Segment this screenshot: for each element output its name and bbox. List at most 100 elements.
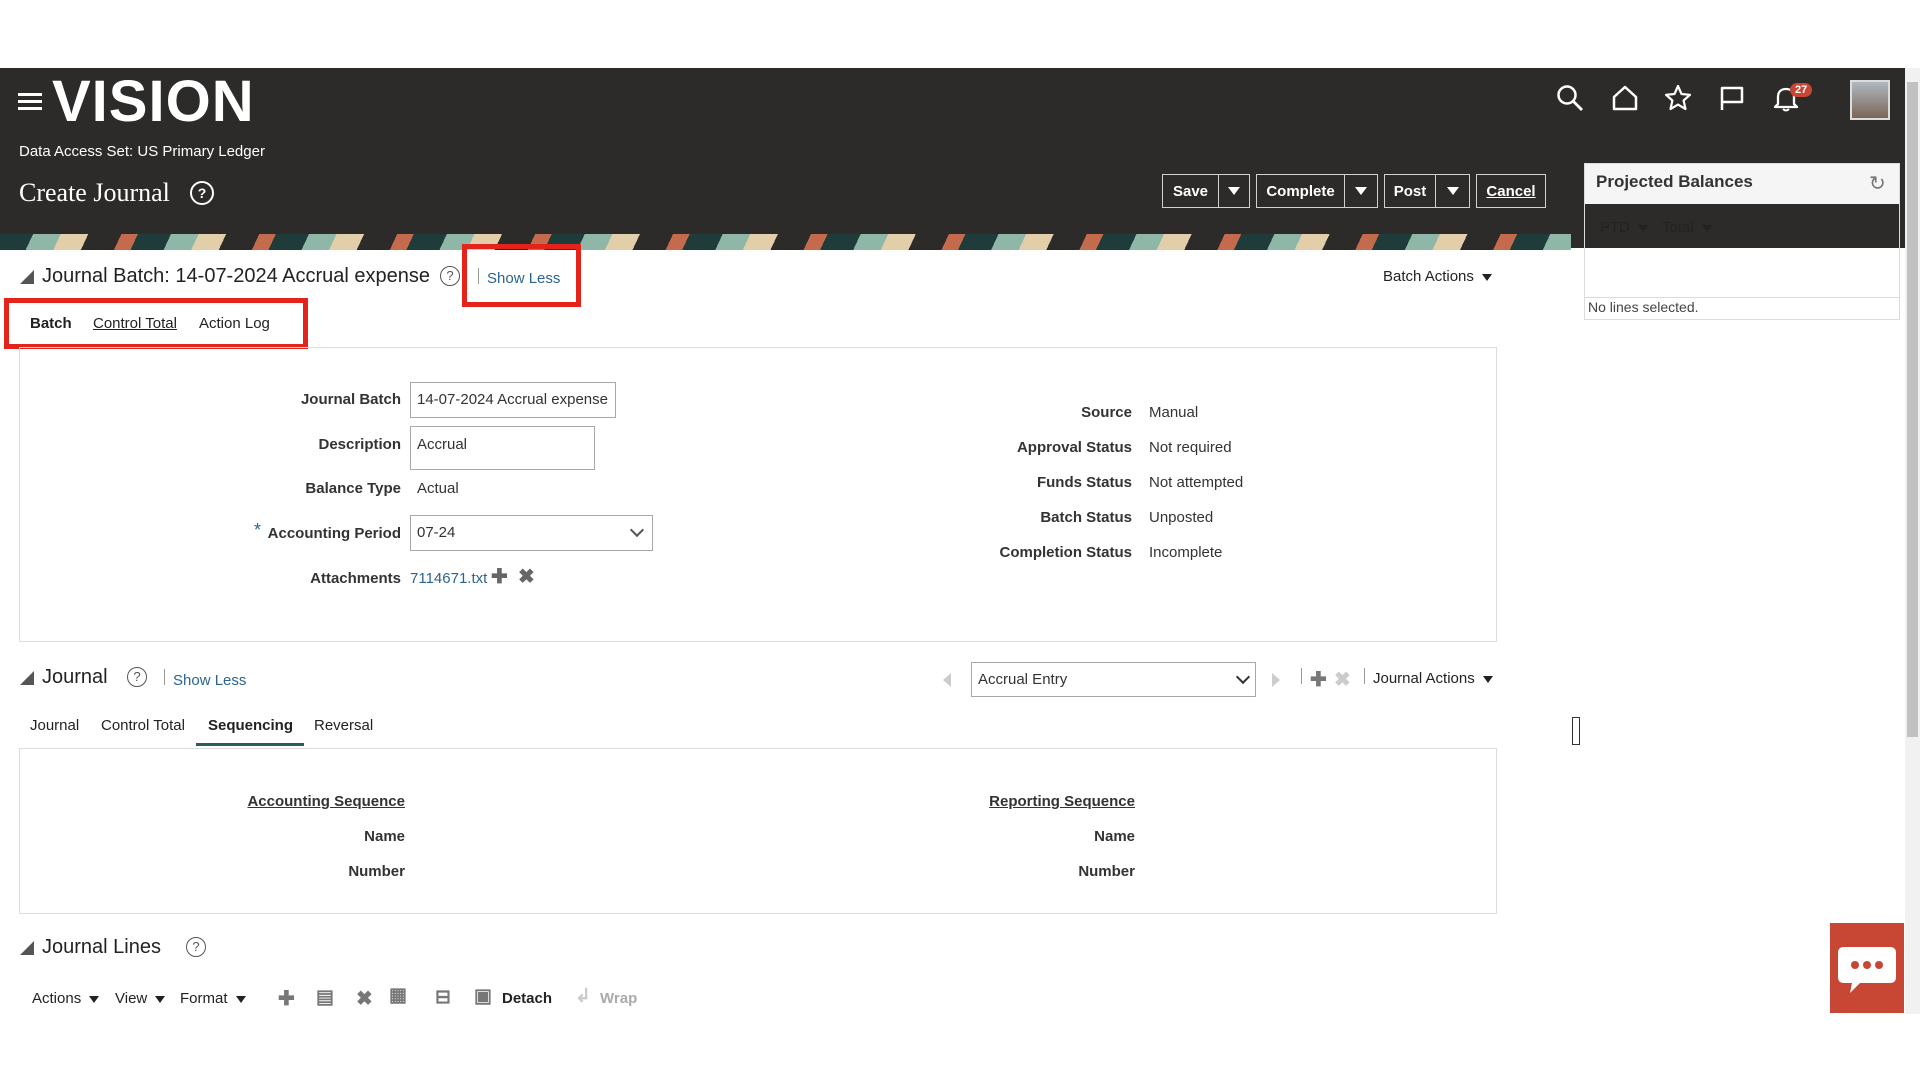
accounting-period-label: Accounting Period: [267, 525, 401, 542]
post-button[interactable]: Post: [1384, 174, 1436, 208]
chevron-down-icon: [1638, 224, 1648, 232]
total-menu[interactable]: Total: [1662, 219, 1712, 236]
wrap-button[interactable]: Wrap: [600, 990, 637, 1007]
previous-journal-icon[interactable]: [943, 673, 951, 687]
batch-status-value: Unposted: [1149, 509, 1214, 526]
actions-menu[interactable]: Actions: [32, 990, 100, 1007]
highlight-box: [4, 298, 308, 349]
divider: [1301, 668, 1302, 684]
tab-reversal[interactable]: Reversal: [314, 717, 373, 734]
format-menu[interactable]: Format: [180, 990, 246, 1007]
journal-actions-label: Journal Actions: [1373, 670, 1475, 687]
attachment-link[interactable]: 7114671.txt: [410, 570, 487, 587]
add-row-icon[interactable]: ✚: [278, 986, 295, 1011]
tab-journal[interactable]: Journal: [30, 717, 79, 734]
help-icon[interactable]: ?: [190, 181, 214, 205]
highlight-box: [462, 244, 581, 307]
description-textarea[interactable]: Accrual: [410, 426, 595, 470]
reporting-sequence-number-label: Number: [1078, 863, 1135, 880]
tab-sequencing[interactable]: Sequencing: [208, 717, 293, 734]
delete-row-icon[interactable]: ✖: [356, 986, 373, 1011]
delete-journal-icon[interactable]: ✖: [1334, 667, 1351, 692]
accounting-sequence-number-label: Number: [348, 863, 405, 880]
help-icon[interactable]: ?: [127, 667, 147, 687]
balance-type-label: Balance Type: [305, 480, 401, 497]
reporting-sequence-name-label: Name: [1094, 828, 1135, 845]
detach-button[interactable]: Detach: [502, 990, 552, 1007]
source-label: Source: [1081, 404, 1132, 421]
journal-batch-input[interactable]: 14-07-2024 Accrual expense: [410, 382, 616, 418]
completion-status-value: Incomplete: [1149, 544, 1223, 561]
chevron-down-icon: [1446, 187, 1459, 195]
chevron-down-icon: [1481, 273, 1492, 281]
divider: [164, 669, 165, 685]
ptd-label: PTD: [1600, 219, 1630, 236]
page-title: Create Journal: [19, 178, 170, 207]
divider: [1364, 668, 1365, 684]
journal-section-title: Journal: [42, 666, 108, 688]
funds-status-value: Not attempted: [1149, 474, 1244, 491]
batch-actions-menu[interactable]: Batch Actions: [1383, 268, 1492, 285]
ptd-menu[interactable]: PTD: [1600, 219, 1648, 236]
chevron-down-icon: [1355, 187, 1367, 195]
help-icon[interactable]: ?: [440, 266, 460, 286]
accounting-period-select[interactable]: 07-24: [410, 515, 653, 551]
chevron-down-icon: [235, 995, 246, 1003]
collapse-journal-lines-icon[interactable]: [20, 941, 34, 955]
flag-icon[interactable]: [1718, 84, 1746, 112]
active-tab-indicator: [196, 743, 304, 746]
accounting-sequence-heading: Accounting Sequence: [247, 793, 405, 810]
journal-actions-menu[interactable]: Journal Actions: [1373, 670, 1493, 687]
chat-button[interactable]: [1830, 923, 1904, 1013]
delete-icon[interactable]: ✖: [518, 564, 535, 589]
home-icon[interactable]: [1611, 84, 1639, 112]
save-menu-button[interactable]: [1219, 174, 1250, 208]
tab-control-total[interactable]: Control Total: [101, 717, 185, 734]
wrap-icon[interactable]: ↲: [575, 985, 591, 1008]
view-menu[interactable]: View: [115, 990, 166, 1007]
data-access-label: Data Access Set:: [19, 143, 134, 160]
attachments-label: Attachments: [310, 570, 401, 587]
scrollbar-thumb[interactable]: [1907, 82, 1918, 737]
approval-status-value: Not required: [1149, 439, 1232, 456]
approval-status-label: Approval Status: [1016, 439, 1132, 456]
balance-type-value: Actual: [417, 480, 459, 497]
freeze-icon[interactable]: ⊟: [435, 986, 451, 1009]
funds-status-label: Funds Status: [1036, 474, 1132, 491]
journal-select[interactable]: Accrual Entry: [971, 662, 1256, 697]
batch-actions-label: Batch Actions: [1383, 268, 1474, 285]
show-less-link[interactable]: Show Less: [173, 672, 246, 689]
favorites-icon[interactable]: [1664, 84, 1692, 112]
view-label: View: [115, 990, 148, 1007]
header-banner: [0, 234, 1571, 250]
search-icon[interactable]: [1556, 84, 1584, 112]
panel-splitter-handle[interactable]: [1572, 717, 1580, 745]
refresh-icon[interactable]: ↻: [1869, 171, 1886, 196]
duplicate-icon[interactable]: ▤: [316, 986, 334, 1009]
completion-status-label: Completion Status: [999, 544, 1132, 561]
detach-icon[interactable]: ▣: [474, 985, 492, 1008]
cancel-button[interactable]: Cancel: [1476, 174, 1546, 208]
description-label: Description: [318, 436, 401, 453]
post-menu-button[interactable]: [1436, 174, 1470, 208]
total-label: Total: [1662, 219, 1694, 236]
next-journal-icon[interactable]: [1272, 673, 1280, 687]
complete-menu-button[interactable]: [1345, 174, 1378, 208]
collapse-batch-icon[interactable]: [20, 270, 34, 284]
chevron-down-icon: [1228, 187, 1240, 195]
notification-badge: 27: [1790, 83, 1813, 97]
add-journal-icon[interactable]: ✚: [1310, 667, 1327, 692]
batch-status-label: Batch Status: [1040, 509, 1132, 526]
data-access-set: Data Access Set: US Primary Ledger: [19, 143, 265, 160]
reporting-sequence-heading: Reporting Sequence: [989, 793, 1135, 810]
add-icon[interactable]: ✚: [491, 564, 508, 589]
menu-icon[interactable]: [18, 89, 42, 114]
avatar[interactable]: [1850, 80, 1890, 120]
collapse-journal-icon[interactable]: [20, 671, 34, 685]
chevron-down-icon: [155, 995, 166, 1003]
columns-icon[interactable]: ▦: [389, 984, 407, 1007]
help-icon[interactable]: ?: [186, 937, 206, 957]
journal-batch-label: Journal Batch: [300, 391, 401, 408]
save-button[interactable]: Save: [1162, 174, 1219, 208]
complete-button[interactable]: Complete: [1256, 174, 1345, 208]
